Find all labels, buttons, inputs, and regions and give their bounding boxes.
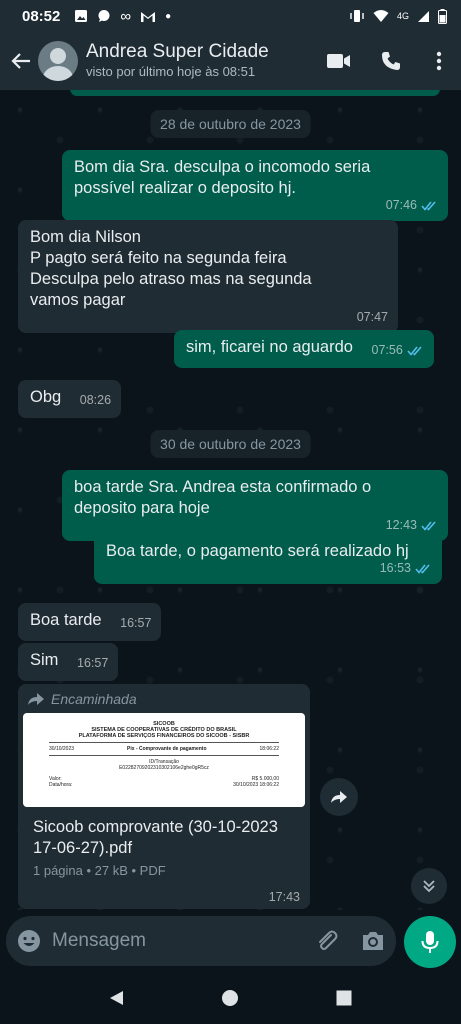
message-bubble-incoming[interactable]: Bom dia Nilson P pagto será feito na seg… xyxy=(18,220,398,333)
battery-icon xyxy=(438,8,447,24)
date-separator: 28 de outubro de 2023 xyxy=(150,110,311,138)
phone-icon xyxy=(382,52,400,70)
microphone-icon xyxy=(421,931,439,953)
signal-icon xyxy=(418,10,429,22)
emoji-button[interactable] xyxy=(6,929,52,953)
last-seen-status: visto por último hoje às 08:51 xyxy=(86,64,256,79)
read-ticks-icon xyxy=(421,200,436,211)
camera-button[interactable] xyxy=(350,930,396,952)
forwarded-icon xyxy=(28,693,44,705)
message-bubble-outgoing[interactable]: Bom dia Sra. desculpa o incomodo seria p… xyxy=(62,150,448,221)
read-ticks-icon xyxy=(421,520,436,531)
message-time: 16:57 xyxy=(120,616,152,630)
status-bar: 08:52 ∞ ● 4G xyxy=(0,0,461,32)
dot-icon: ● xyxy=(165,10,172,22)
emoji-icon xyxy=(18,930,40,952)
message-text: sim, ficarei no aguardo xyxy=(186,338,353,356)
message-bubble-incoming[interactable]: Obg 08:26 xyxy=(18,380,122,418)
nav-recents-icon[interactable] xyxy=(335,989,353,1007)
message-time: 16:53 xyxy=(379,561,411,575)
scroll-to-bottom-button[interactable] xyxy=(411,868,447,904)
message-text: Bom dia Sra. desculpa o incomodo seria p… xyxy=(74,158,371,197)
read-ticks-icon xyxy=(415,563,430,574)
contact-name: Andrea Super Cidade xyxy=(86,41,269,62)
status-time: 08:52 xyxy=(22,7,61,25)
message-text: Boa tarde xyxy=(30,611,102,629)
vibrate-icon xyxy=(350,10,364,22)
message-text: Obg xyxy=(30,388,62,406)
voice-message-button[interactable] xyxy=(404,916,456,968)
contact-info[interactable]: Andrea Super Cidade visto por último hoj… xyxy=(86,41,313,81)
video-camera-icon xyxy=(327,54,350,68)
chat-header: Andrea Super Cidade visto por último hoj… xyxy=(0,32,461,90)
message-time: 12:43 xyxy=(385,518,417,532)
gmail-icon xyxy=(141,11,156,22)
more-vertical-icon xyxy=(436,51,442,71)
network-type: 4G xyxy=(396,11,409,21)
nav-back-icon[interactable] xyxy=(108,989,126,1007)
chat-area[interactable]: 28 de outubro de 2023 Bom dia Sra. descu… xyxy=(0,90,461,910)
message-time: 17:43 xyxy=(268,890,300,904)
chat-bubble-icon xyxy=(98,10,110,22)
message-bubble-incoming[interactable]: Boa tarde 16:57 xyxy=(18,603,162,641)
message-time: 08:26 xyxy=(79,393,112,407)
gallery-icon xyxy=(75,10,88,22)
paperclip-icon xyxy=(319,930,338,950)
video-call-button[interactable] xyxy=(313,32,365,90)
message-bubble-outgoing[interactable]: Boa tarde, o pagamento será realizado hj… xyxy=(94,534,442,584)
more-options-button[interactable] xyxy=(417,32,461,90)
previous-message-edge xyxy=(70,90,440,96)
message-time: 07:46 xyxy=(385,198,417,212)
back-button[interactable] xyxy=(4,32,38,90)
date-separator: 30 de outubro de 2023 xyxy=(150,430,311,458)
forwarded-label: Encaminhada xyxy=(23,689,305,713)
message-input-box xyxy=(6,916,396,966)
attach-button[interactable] xyxy=(304,929,350,953)
message-time: 07:56 xyxy=(371,343,403,357)
back-arrow-icon xyxy=(11,53,30,69)
message-input[interactable] xyxy=(52,930,304,952)
forward-button[interactable] xyxy=(320,778,358,816)
double-chevron-down-icon xyxy=(423,880,435,893)
message-text: Bom dia Nilson P pagto será feito na seg… xyxy=(30,228,312,309)
message-text: boa tarde Sra. Andrea esta confirmado o … xyxy=(74,478,372,517)
message-text: Sim xyxy=(30,651,59,669)
document-message[interactable]: Encaminhada SICOOB SISTEMA DE COOPERATIV… xyxy=(18,684,310,909)
infinity-icon: ∞ xyxy=(120,7,132,25)
share-arrow-icon xyxy=(331,791,347,803)
document-filename: Sicoob comprovante (30-10-2023 17-06-27)… xyxy=(33,818,278,857)
avatar[interactable] xyxy=(38,41,78,81)
message-bubble-outgoing[interactable]: boa tarde Sra. Andrea esta confirmado o … xyxy=(62,470,448,541)
system-nav-bar xyxy=(0,972,461,1024)
message-bubble-outgoing[interactable]: sim, ficarei no aguardo 07:56 xyxy=(174,330,434,368)
composer xyxy=(0,910,461,972)
message-bubble-incoming[interactable]: Sim 16:57 xyxy=(18,643,119,681)
read-ticks-icon xyxy=(407,345,422,356)
voice-call-button[interactable] xyxy=(365,32,417,90)
message-time: 07:47 xyxy=(356,310,388,324)
nav-home-icon[interactable] xyxy=(221,989,239,1007)
document-preview[interactable]: SICOOB SISTEMA DE COOPERATIVAS DE CRÉDIT… xyxy=(23,713,305,807)
document-info: 1 página • 27 kB • PDF xyxy=(33,863,166,878)
message-time: 16:57 xyxy=(77,656,109,670)
camera-icon xyxy=(363,932,383,950)
wifi-icon xyxy=(373,10,389,22)
